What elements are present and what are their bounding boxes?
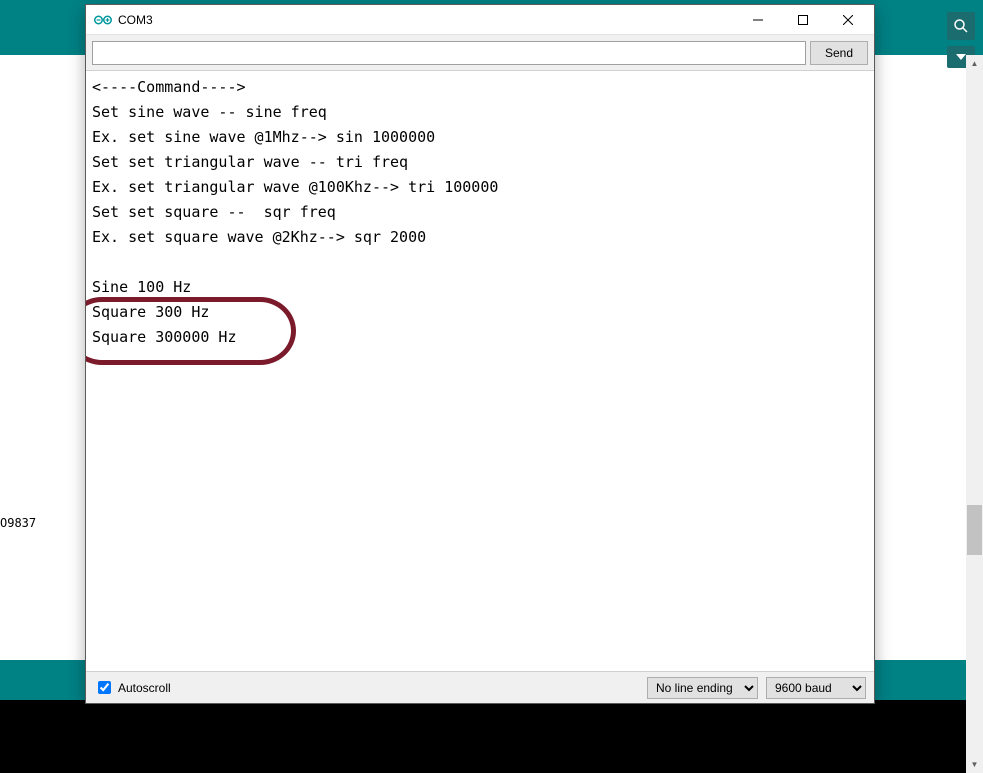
serial-input[interactable] xyxy=(92,41,806,65)
send-row: Send xyxy=(86,35,874,71)
scroll-down-arrow-icon[interactable]: ▼ xyxy=(966,756,983,773)
autoscroll-label: Autoscroll xyxy=(118,681,171,695)
close-icon xyxy=(843,15,853,25)
scroll-up-arrow-icon[interactable]: ▲ xyxy=(966,55,983,72)
close-button[interactable] xyxy=(825,5,870,35)
maximize-button[interactable] xyxy=(780,5,825,35)
line-ending-select[interactable]: No line endingNewlineCarriage returnBoth… xyxy=(647,677,758,699)
maximize-icon xyxy=(798,15,808,25)
ide-console-bg xyxy=(0,700,983,773)
autoscroll-checkbox-wrap[interactable]: Autoscroll xyxy=(94,678,171,697)
ide-editor-text-fragment: O9837 xyxy=(0,516,36,530)
minimize-button[interactable] xyxy=(735,5,780,35)
ide-serial-monitor-button[interactable] xyxy=(947,12,975,40)
autoscroll-checkbox[interactable] xyxy=(98,681,111,694)
baud-rate-select[interactable]: 300 baud1200 baud2400 baud4800 baud9600 … xyxy=(766,677,866,699)
titlebar[interactable]: COM3 xyxy=(86,5,874,35)
scrollbar-thumb[interactable] xyxy=(967,505,982,555)
triangle-down-icon xyxy=(956,54,966,60)
serial-output-text: <----Command----> Set sine wave -- sine … xyxy=(92,75,868,350)
ide-scrollbar[interactable]: ▲ ▼ xyxy=(966,55,983,773)
send-button[interactable]: Send xyxy=(810,41,868,65)
serial-output[interactable]: <----Command----> Set sine wave -- sine … xyxy=(86,71,874,671)
arduino-icon xyxy=(94,12,112,28)
minimize-icon xyxy=(753,15,763,25)
window-title: COM3 xyxy=(118,13,735,27)
serial-monitor-window: COM3 Send <----Command----> Set sine wav… xyxy=(85,4,875,704)
bottom-bar: Autoscroll No line endingNewlineCarriage… xyxy=(86,671,874,703)
magnifier-icon xyxy=(953,18,969,34)
